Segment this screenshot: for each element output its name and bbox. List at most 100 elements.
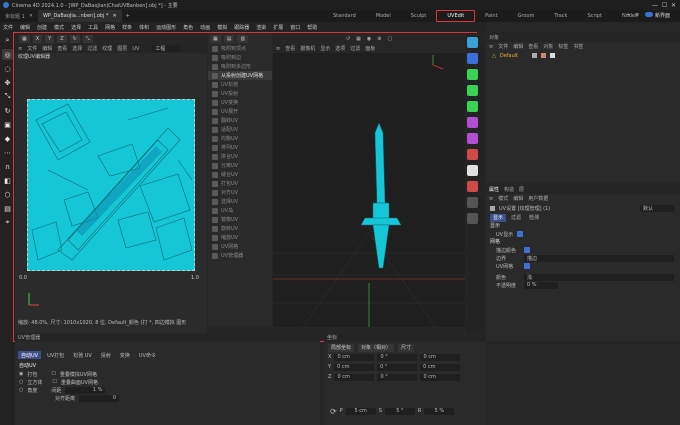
- objects-menu-item[interactable]: 文件: [498, 43, 508, 50]
- scale-tool-icon[interactable]: ⤡: [2, 91, 13, 102]
- menu-item[interactable]: 渲染: [256, 24, 266, 31]
- uv-command-item[interactable]: 吸附到多边形: [208, 62, 272, 71]
- coord-field[interactable]: 0 cm: [334, 373, 375, 381]
- viewport-menu-item[interactable]: 查看: [285, 45, 295, 52]
- checkbox-icon[interactable]: ☐: [52, 379, 56, 385]
- doc-tab-active[interactable]: WP_DaBaoJia...nben].obj * ✕: [37, 10, 122, 22]
- menu-item[interactable]: 编辑: [20, 24, 30, 31]
- fill-checkbox[interactable]: [524, 247, 530, 253]
- viewport-tool-icon[interactable]: ▦: [356, 36, 361, 42]
- preset-select[interactable]: 默认: [640, 204, 674, 212]
- uv-cmd-tool-2[interactable]: ▤: [223, 34, 235, 43]
- doc-tab-untitled[interactable]: 未标题 1 ✕: [0, 10, 38, 22]
- uv-menu-item[interactable]: UV: [132, 46, 139, 52]
- 3d-viewport[interactable]: ↺ ▦ ◉ ⊕ ▢ ≡ 查看 摄像机 显示 选项 过滤 面板: [273, 33, 465, 328]
- uv-command-item[interactable]: UV管理器: [208, 251, 272, 260]
- attr-tab[interactable]: 构造: [504, 186, 514, 193]
- uv-command-item[interactable]: 缩放UV: [208, 233, 272, 242]
- new-interface-toggle[interactable]: [645, 12, 653, 17]
- uv-menu-item[interactable]: 选择: [72, 45, 82, 52]
- coord-field[interactable]: 0 °: [377, 353, 418, 361]
- layout-tab-standard[interactable]: Standard: [323, 10, 366, 22]
- coords-mode-button[interactable]: 局部坐标: [328, 343, 355, 352]
- uv-command-item[interactable]: UV岛: [208, 206, 272, 215]
- viewport-menu-item[interactable]: 过滤: [350, 45, 360, 52]
- uv-command-item[interactable]: 排列UV: [208, 143, 272, 152]
- snap-icon[interactable]: ⌖: [2, 217, 13, 228]
- menu-icon[interactable]: ≡: [489, 196, 493, 202]
- cube-icon[interactable]: [467, 37, 478, 48]
- menu-icon[interactable]: ≡: [276, 46, 280, 52]
- uv-canvas[interactable]: [27, 99, 195, 271]
- live-select-icon[interactable]: ◌: [2, 63, 13, 74]
- uvw-tag-icon[interactable]: [550, 53, 556, 58]
- uv-y-button[interactable]: Y: [45, 34, 55, 43]
- add-tab-icon[interactable]: +: [126, 13, 130, 19]
- uv-command-item[interactable]: UV展开: [208, 107, 272, 116]
- color-select[interactable]: 浅: [524, 273, 674, 281]
- uv-cmd-tool-3[interactable]: ▥: [237, 34, 249, 43]
- layout-tab-uvedit[interactable]: UVEdit: [436, 10, 476, 22]
- menu-item[interactable]: 运动图形: [156, 24, 176, 31]
- scene-icon[interactable]: [467, 181, 478, 192]
- uvm-tab[interactable]: 投射: [98, 351, 114, 359]
- knife-tool-icon[interactable]: ◆: [2, 133, 13, 144]
- spline-icon[interactable]: [467, 53, 478, 64]
- menu-item[interactable]: 模拟: [217, 24, 227, 31]
- attr-subtab-check[interactable]: 检测: [526, 214, 542, 222]
- menu-icon[interactable]: ≡: [489, 44, 493, 50]
- material-tag-icon[interactable]: [541, 53, 547, 58]
- viewport-tool-icon[interactable]: ↺: [346, 36, 350, 42]
- uv-command-item[interactable]: 选择UV: [208, 197, 272, 206]
- coord-field[interactable]: 0 cm: [420, 363, 461, 371]
- uv-menu-item[interactable]: 图层: [117, 45, 127, 52]
- layout-tab-groom[interactable]: Groom: [508, 10, 545, 22]
- coord-field[interactable]: 5 cm: [345, 407, 376, 415]
- uvm-tab[interactable]: UV打包: [44, 351, 67, 359]
- uv-z-button[interactable]: Z: [57, 34, 67, 43]
- uv-menu-item[interactable]: 查看: [57, 45, 67, 52]
- uvm-tab[interactable]: 自动UV: [18, 351, 42, 359]
- menu-item[interactable]: 动画: [200, 24, 210, 31]
- menu-item[interactable]: 体积: [139, 24, 149, 31]
- menu-item[interactable]: 选择: [71, 24, 81, 31]
- menu-item[interactable]: 创建: [37, 24, 47, 31]
- menu-item[interactable]: 跟踪器: [234, 24, 249, 31]
- menu-item[interactable]: 模式: [54, 24, 64, 31]
- radio-icon[interactable]: ○: [19, 379, 23, 385]
- uv-menu-item[interactable]: 过滤: [87, 45, 97, 52]
- uv-command-item[interactable]: 分离UV: [208, 161, 272, 170]
- uv-command-item[interactable]: 翻转UV: [208, 116, 272, 125]
- uvm-tab[interactable]: 变换: [117, 351, 133, 359]
- objects-menu-item[interactable]: 书签: [573, 43, 583, 50]
- viewport-menu-item[interactable]: 面板: [365, 45, 375, 52]
- uv-command-item[interactable]: 镜像UV: [208, 215, 272, 224]
- uv-command-item[interactable]: 拼合UV: [208, 152, 272, 161]
- uv-command-item[interactable]: 适配UV: [208, 125, 272, 134]
- uvm-tab[interactable]: 松弛 UV: [70, 351, 95, 359]
- viewport-menu-item[interactable]: 显示: [320, 45, 330, 52]
- boundary-select[interactable]: 描边: [524, 254, 674, 262]
- uv-rotate-button[interactable]: ↻: [69, 34, 80, 43]
- menu-icon[interactable]: ≡: [18, 46, 22, 52]
- realign-field[interactable]: 0: [79, 394, 120, 402]
- uv-command-item[interactable]: 吸附到边: [208, 53, 272, 62]
- menu-item[interactable]: 工具: [88, 24, 98, 31]
- objects-menu-item[interactable]: 编辑: [513, 43, 523, 50]
- uv-scale-button[interactable]: ⤡: [82, 34, 93, 43]
- menu-item[interactable]: 帮助: [307, 24, 317, 31]
- uv-cmd-tool-1[interactable]: ▦: [210, 34, 221, 43]
- volume-icon[interactable]: [467, 133, 478, 144]
- deformer-icon[interactable]: [467, 85, 478, 96]
- uv-command-item[interactable]: 打包UV: [208, 179, 272, 188]
- layout-menu-icon[interactable]: ≡: [635, 12, 639, 18]
- uvm-tab[interactable]: UV命令: [136, 351, 159, 359]
- layout-tab-model[interactable]: Model: [366, 10, 401, 22]
- uv-command-item[interactable]: UV网格: [208, 242, 272, 251]
- coord-field[interactable]: 0 cm: [334, 353, 375, 361]
- search-icon[interactable]: ⌕: [2, 35, 13, 46]
- uv-command-item[interactable]: UV松弛: [208, 80, 272, 89]
- coord-field[interactable]: 0 cm: [420, 353, 461, 361]
- uv-x-button[interactable]: X: [32, 34, 43, 43]
- viewport-menu-item[interactable]: 选项: [335, 45, 345, 52]
